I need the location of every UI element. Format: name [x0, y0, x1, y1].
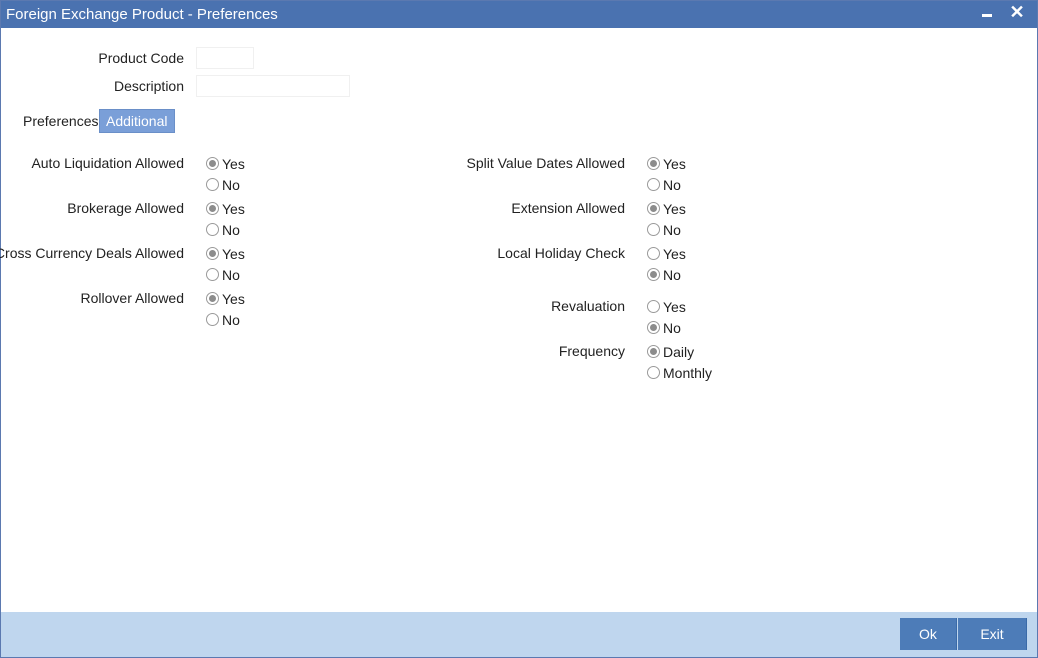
- radio-circle-icon: [647, 178, 660, 191]
- product-code-input[interactable]: [196, 47, 254, 69]
- brokerage-allowed-label: Brokerage Allowed: [67, 200, 184, 216]
- cross-currency-deals-allowed-label: Cross Currency Deals Allowed: [0, 245, 184, 261]
- window-title: Foreign Exchange Product - Preferences: [6, 6, 278, 23]
- exit-button[interactable]: Exit: [958, 618, 1027, 650]
- frequency-label: Frequency: [558, 343, 625, 359]
- radio-circle-icon: [647, 202, 660, 215]
- radio-circle-icon: [206, 202, 219, 215]
- frequency-no-text: Monthly: [663, 365, 713, 381]
- radio-circle-icon: [206, 268, 219, 281]
- radio-circle-icon: [647, 321, 660, 334]
- product-code-label: Product Code: [98, 50, 184, 66]
- auto-liquidation-allowed-label: Auto Liquidation Allowed: [31, 155, 184, 171]
- local-holiday-check-label: Local Holiday Check: [497, 245, 625, 261]
- title-bar: Foreign Exchange Product - Preferences ✕: [1, 1, 1037, 28]
- description-label: Description: [113, 78, 184, 94]
- description-input[interactable]: [196, 75, 350, 97]
- rollover-allowed-no-text: No: [222, 312, 240, 328]
- ok-button[interactable]: Ok: [900, 618, 957, 650]
- radio-circle-icon: [647, 300, 660, 313]
- radio-circle-icon: [206, 247, 219, 260]
- radio-circle-icon: [647, 268, 660, 281]
- radio-circle-icon: [647, 157, 660, 170]
- extension-allowed-yes-text: Yes: [663, 201, 686, 217]
- preferences-window: Foreign Exchange Product - Preferences ✕…: [0, 0, 1038, 658]
- minimize-icon[interactable]: [977, 3, 997, 23]
- revaluation-yes-text: Yes: [663, 299, 686, 315]
- frequency-yes-text: Daily: [663, 344, 695, 360]
- split-value-dates-allowed-yes-text: Yes: [663, 156, 686, 172]
- rollover-allowed-yes-text: Yes: [222, 291, 245, 307]
- radio-circle-icon: [206, 292, 219, 305]
- tab-additional[interactable]: Additional: [99, 109, 175, 133]
- radio-circle-icon: [647, 366, 660, 379]
- auto-liquidation-allowed-yes-text: Yes: [222, 156, 245, 172]
- radio-circle-icon: [206, 178, 219, 191]
- revaluation-no-text: No: [663, 320, 681, 336]
- extension-allowed-label: Extension Allowed: [511, 200, 625, 216]
- radio-circle-icon: [647, 345, 660, 358]
- local-holiday-check-no-text: No: [663, 267, 681, 283]
- radio-circle-icon: [206, 157, 219, 170]
- auto-liquidation-allowed-no-text: No: [222, 177, 240, 193]
- radio-circle-icon: [206, 223, 219, 236]
- revaluation-label: Revaluation: [551, 298, 625, 314]
- split-value-dates-allowed-no-text: No: [663, 177, 681, 193]
- brokerage-allowed-no-text: No: [222, 222, 240, 238]
- radio-circle-icon: [647, 247, 660, 260]
- cross-currency-deals-allowed-yes-text: Yes: [222, 246, 245, 262]
- footer-bar: Ok Exit: [1, 612, 1037, 657]
- split-value-dates-allowed-label: Split Value Dates Allowed: [466, 155, 626, 171]
- radio-circle-icon: [206, 313, 219, 326]
- local-holiday-check-yes-text: Yes: [663, 246, 686, 262]
- radio-circle-icon: [647, 223, 660, 236]
- cross-currency-deals-allowed-no-text: No: [222, 267, 240, 283]
- brokerage-allowed-yes-text: Yes: [222, 201, 245, 217]
- rollover-allowed-label: Rollover Allowed: [80, 290, 185, 306]
- extension-allowed-no-text: No: [663, 222, 681, 238]
- tab-preferences[interactable]: Preferences: [17, 109, 104, 133]
- close-icon[interactable]: ✕: [1007, 3, 1027, 23]
